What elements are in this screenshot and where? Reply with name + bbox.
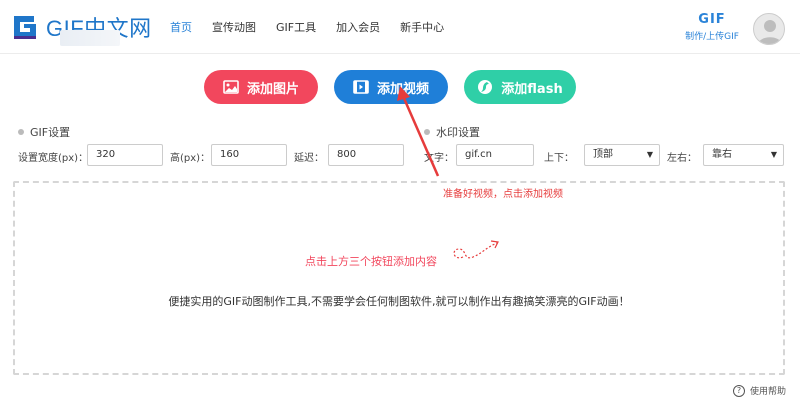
watermark-settings-label: 水印设置 (436, 126, 480, 139)
watermark-text-input[interactable]: gif.cn (456, 144, 534, 166)
video-annotation: 准备好视频，点击添加视频 (443, 189, 563, 200)
nav-beginner-center[interactable]: 新手中心 (390, 19, 454, 35)
add-image-button[interactable]: 添加图片 (204, 70, 318, 104)
user-avatar[interactable] (753, 13, 785, 45)
question-icon: ? (733, 384, 745, 397)
user-icon (758, 20, 782, 44)
horizontal-position-value: 靠右 (712, 149, 732, 160)
gif-upload-title: GIF (698, 12, 726, 27)
add-content-hint: 点击上方三个按钮添加内容 (305, 255, 437, 268)
add-flash-label: 添加flash (501, 81, 563, 97)
curly-arrow-icon (453, 240, 499, 259)
tool-description: 便捷实用的GIF动图制作工具,不需要学会任何制图软件,就可以制作出有趣搞笑漂亮的… (168, 295, 630, 308)
caret-down-icon: ▼ (646, 150, 653, 159)
flash-icon (478, 80, 493, 94)
horizontal-position-select[interactable]: 靠右 ▼ (703, 144, 784, 166)
add-video-button[interactable]: 添加视频 (334, 70, 448, 104)
gif-settings-label: GIF设置 (30, 126, 71, 139)
watermark-settings-row: 文字： gif.cn 上下： 顶部 ▼ 左右： 靠右 ▼ (0, 144, 800, 166)
nav-gif-tools[interactable]: GIF工具 (266, 19, 326, 35)
vertical-position-value: 顶部 (593, 149, 613, 160)
vertical-position-select[interactable]: 顶部 ▼ (584, 144, 660, 166)
bullet-icon (18, 129, 24, 135)
gif-upload-subtitle: 制作/上传GIF (685, 32, 739, 42)
nav-home[interactable]: 首页 (160, 19, 202, 35)
gif-upload-link[interactable]: GIF 制作/上传GIF (683, 12, 741, 42)
logo-subtitle-blur (60, 30, 120, 46)
help-link[interactable]: ? 使用帮助 (733, 384, 786, 397)
film-icon (353, 80, 369, 94)
main-nav: 首页 宣传动图 GIF工具 加入会员 新手中心 (160, 0, 454, 54)
content-drop-area[interactable]: 准备好视频，点击添加视频 点击上方三个按钮添加内容 便捷实用的GIF动图制作工具… (13, 181, 785, 375)
add-image-label: 添加图片 (246, 81, 299, 97)
nav-join-member[interactable]: 加入会员 (326, 19, 390, 35)
horizontal-position-label: 左右： (667, 153, 697, 164)
add-flash-button[interactable]: 添加flash (464, 70, 576, 104)
caret-down-icon: ▼ (770, 150, 777, 159)
bullet-icon (424, 129, 430, 135)
help-label: 使用帮助 (750, 387, 787, 397)
vertical-position-label: 上下： (544, 153, 574, 164)
gif-settings-title: GIF设置 (18, 124, 70, 140)
add-video-label: 添加视频 (376, 81, 429, 97)
watermark-text-label: 文字： (424, 153, 454, 164)
header: GIF中文网 首页 宣传动图 GIF工具 加入会员 新手中心 GIF 制作/上传… (0, 0, 800, 54)
image-icon (223, 80, 239, 94)
nav-promo-gifs[interactable]: 宣传动图 (202, 19, 266, 35)
logo-g-icon (10, 12, 40, 42)
watermark-settings-title: 水印设置 (424, 124, 480, 140)
